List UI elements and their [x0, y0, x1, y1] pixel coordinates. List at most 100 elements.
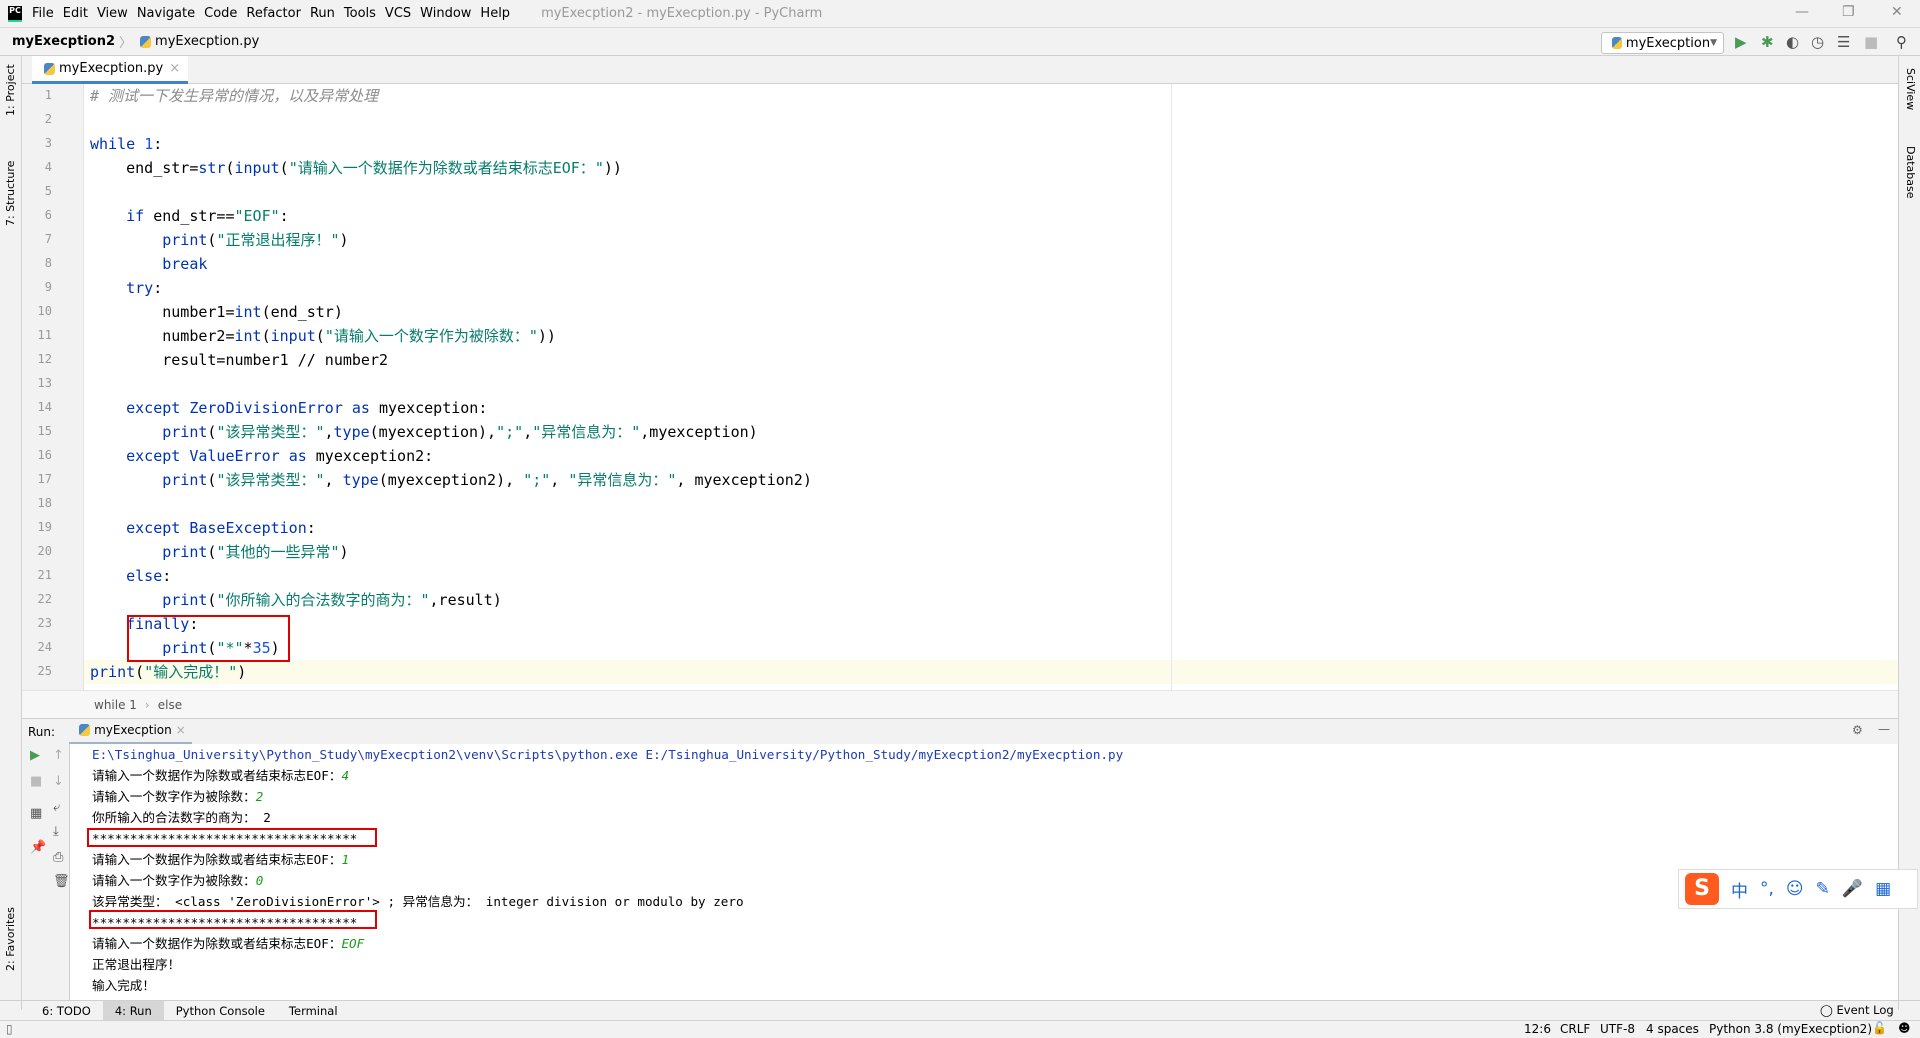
stop-icon[interactable]: ■ [30, 774, 42, 789]
coverage-icon[interactable]: ◐ [1786, 33, 1799, 51]
close-button[interactable]: ✕ [1891, 4, 1903, 20]
code-line[interactable]: result=number1 // number2 [90, 348, 1900, 372]
minimize-button[interactable]: — [1795, 4, 1809, 20]
breadcrumb-while[interactable]: while 1 [94, 698, 137, 712]
sogou-logo[interactable]: S [1685, 873, 1719, 905]
python-interpreter[interactable]: Python 3.8 (myExecption2) [1709, 1022, 1872, 1036]
code-line[interactable]: print("你所输入的合法数字的商为：",result) [90, 588, 1900, 612]
grid-icon[interactable]: ▦ [1875, 879, 1891, 899]
code-line[interactable]: except BaseException: [90, 516, 1900, 540]
database-tool-button[interactable]: Database [1904, 146, 1917, 199]
up-arrow-icon[interactable]: ↑ [53, 748, 64, 763]
python-console-tab[interactable]: Python Console [164, 1001, 277, 1021]
favorites-tool-button[interactable]: 2: Favorites [4, 907, 17, 971]
line-separator[interactable]: CRLF [1560, 1022, 1590, 1036]
sogou-ime-toolbar[interactable]: S 中 °, ☺ ✎ 🎤 ▦ [1678, 869, 1918, 909]
code-line[interactable]: print("该异常类型：", type(myexception2), ";",… [90, 468, 1900, 492]
menu-refactor[interactable]: Refactor [246, 6, 301, 21]
run-configuration-select[interactable]: myExecption ▼ [1601, 32, 1724, 54]
code-token: break [162, 255, 208, 273]
rerun-icon[interactable]: ▶ [30, 748, 40, 763]
maximize-button[interactable]: ❐ [1842, 4, 1855, 20]
code-line[interactable]: else: [90, 564, 1900, 588]
pen-icon[interactable]: ✎ [1816, 879, 1830, 899]
breadcrumb-project[interactable]: myExecption2 [12, 34, 115, 49]
menu-help[interactable]: Help [480, 6, 510, 21]
menu-vcs[interactable]: VCS [385, 6, 411, 21]
stop-icon[interactable]: ■ [1864, 33, 1878, 51]
emoji-icon[interactable]: ☺ [1786, 879, 1804, 899]
caret-position[interactable]: 12:6 [1524, 1022, 1551, 1036]
minimize-panel-icon[interactable]: — [1878, 722, 1890, 736]
print-icon[interactable]: ⎙ [53, 850, 63, 865]
ime-language-toggle[interactable]: 中 [1731, 877, 1748, 902]
trash-icon[interactable]: 🗑 [53, 874, 70, 889]
indent-setting[interactable]: 4 spaces [1646, 1022, 1699, 1036]
code-line[interactable] [90, 492, 1900, 516]
run-icon[interactable]: ▶ [1735, 33, 1747, 51]
debug-icon[interactable]: ✱ [1761, 33, 1774, 51]
search-icon[interactable]: ⚲ [1896, 33, 1907, 51]
code-line[interactable]: if end_str=="EOF": [90, 204, 1900, 228]
line-number: 24 [37, 640, 52, 654]
code-line[interactable]: finally: [90, 612, 1900, 636]
code-line[interactable]: try: [90, 276, 1900, 300]
menu-run[interactable]: Run [310, 6, 335, 21]
sciview-tool-button[interactable]: SciView [1904, 68, 1917, 110]
microphone-icon[interactable]: 🎤 [1842, 879, 1863, 899]
editor-tab-myexecption[interactable]: myExecption.py × [32, 56, 189, 84]
gear-icon[interactable]: ⚙ [1852, 723, 1863, 737]
close-tab-icon[interactable]: × [176, 723, 186, 737]
code-line[interactable]: print("*"*35) [90, 636, 1900, 660]
run-tool-tab[interactable]: 4: Run [102, 1000, 164, 1021]
code-line[interactable]: end_str=str(input("请输入一个数据作为除数或者结束标志EOF：… [90, 156, 1900, 180]
punctuation-icon[interactable]: °, [1760, 879, 1774, 899]
soft-wrap-icon[interactable]: ⤶ [53, 800, 60, 815]
file-encoding[interactable]: UTF-8 [1600, 1022, 1635, 1036]
code-line[interactable] [90, 108, 1900, 132]
code-line[interactable]: number1=int(end_str) [90, 300, 1900, 324]
down-arrow-icon[interactable]: ↓ [53, 774, 64, 789]
code-line[interactable]: # 测试一下发生异常的情况，以及异常处理 [90, 84, 1900, 108]
menu-tools[interactable]: Tools [344, 6, 376, 21]
code-line[interactable]: print("其他的一些异常") [90, 540, 1900, 564]
code-line[interactable]: except ZeroDivisionError as myexception: [90, 396, 1900, 420]
menu-navigate[interactable]: Navigate [137, 6, 195, 21]
code-editor[interactable]: 1 2 3 4 5 6 7 8 9 10 11 12 13 14 15 16 17 18 19 20 21 22 23 24 2… [22, 84, 1898, 690]
close-tab-icon[interactable]: × [169, 61, 180, 76]
code-token: else [126, 567, 163, 585]
concurrency-icon[interactable]: ☰ [1837, 33, 1850, 51]
project-tool-button[interactable]: 1: Project [4, 64, 17, 116]
menu-file[interactable]: File [32, 6, 54, 21]
menu-window[interactable]: Window [420, 6, 471, 21]
line-number: 5 [44, 184, 52, 198]
breadcrumb-else[interactable]: else [158, 698, 182, 712]
menu-view[interactable]: View [97, 6, 128, 21]
profile-icon[interactable]: ◷ [1811, 33, 1824, 51]
code-line[interactable]: print("该异常类型：",type(myexception),";","异常… [90, 420, 1900, 444]
code-line[interactable]: break [90, 252, 1900, 276]
code-line[interactable] [90, 372, 1900, 396]
layout-icon[interactable]: ▦ [30, 806, 42, 821]
structure-tool-button[interactable]: 7: Structure [4, 161, 17, 226]
code-line[interactable]: print("正常退出程序！") [90, 228, 1900, 252]
code-line[interactable] [90, 180, 1900, 204]
code-line[interactable]: while 1: [90, 132, 1900, 156]
menu-edit[interactable]: Edit [63, 6, 88, 21]
run-console[interactable]: E:\Tsinghua_University\Python_Study\myEx… [70, 744, 1898, 1000]
menu-code[interactable]: Code [204, 6, 237, 21]
chevron-down-icon: ▼ [1710, 38, 1717, 48]
code-line[interactable]: print("输入完成！") [90, 660, 1900, 684]
inspector-icon[interactable]: ☻ [1898, 1021, 1911, 1035]
breadcrumb-file[interactable]: myExecption.py [155, 34, 259, 49]
lock-icon[interactable]: 🔓 [1872, 1021, 1887, 1035]
scroll-to-end-icon[interactable]: ⤓ [53, 824, 59, 839]
code-line[interactable]: number2=int(input("请输入一个数字作为被除数：")) [90, 324, 1900, 348]
todo-tab[interactable]: 6: TODO [30, 1001, 103, 1021]
code-line[interactable]: except ValueError as myexception2: [90, 444, 1900, 468]
terminal-tab[interactable]: Terminal [277, 1001, 350, 1021]
event-log-button[interactable]: ◯ Event Log [1820, 1003, 1894, 1017]
toggle-panels-icon[interactable]: ▯ [6, 1022, 13, 1036]
pin-icon[interactable]: 📌 [30, 840, 46, 855]
run-tab[interactable]: myExecption × [69, 719, 192, 745]
